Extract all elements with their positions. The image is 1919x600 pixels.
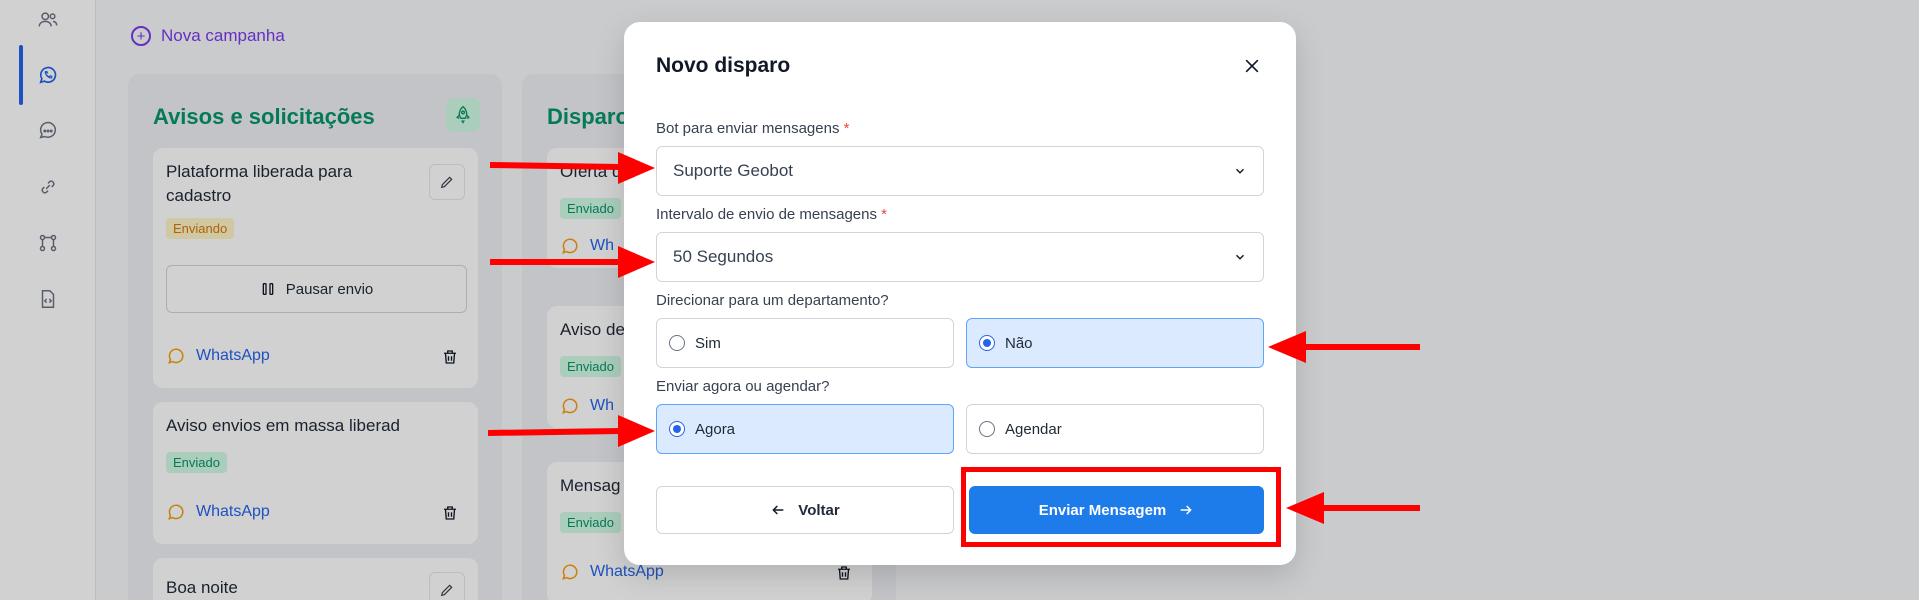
- bot-field-label: Bot para enviar mensagens *: [656, 120, 849, 137]
- required-mark: *: [881, 206, 887, 223]
- department-option-nao[interactable]: Não: [966, 318, 1264, 368]
- radio-button-selected[interactable]: [979, 335, 995, 351]
- interval-select[interactable]: 50 Segundos: [656, 232, 1264, 282]
- schedule-option-agendar[interactable]: Agendar: [966, 404, 1264, 454]
- interval-select-value: 50 Segundos: [673, 247, 774, 266]
- modal-title: Novo disparo: [656, 54, 791, 77]
- close-button[interactable]: [1238, 52, 1266, 80]
- chevron-down-icon: [1236, 254, 1244, 260]
- interval-field-label: Intervalo de envio de mensagens *: [656, 206, 887, 223]
- interval-label-text: Intervalo de envio de mensagens: [656, 206, 877, 223]
- bot-select-value: Suporte Geobot: [673, 161, 794, 180]
- schedule-option-agora[interactable]: Agora: [656, 404, 954, 454]
- radio-label: Agendar: [1005, 420, 1062, 438]
- close-icon: [1245, 59, 1259, 73]
- radio-button[interactable]: [979, 421, 995, 437]
- annotation-highlight-box: [961, 467, 1281, 547]
- radio-label: Sim: [695, 334, 721, 352]
- chevron-down-icon: [1236, 168, 1244, 174]
- radio-button[interactable]: [669, 335, 685, 351]
- radio-button-selected[interactable]: [669, 421, 685, 437]
- schedule-label: Enviar agora ou agendar?: [656, 378, 830, 395]
- radio-label: Agora: [695, 420, 736, 438]
- required-mark: *: [843, 120, 850, 137]
- arrow-left-icon: [772, 505, 784, 515]
- radio-label: Não: [1005, 334, 1033, 352]
- department-option-sim[interactable]: Sim: [656, 318, 954, 368]
- bot-select[interactable]: Suporte Geobot: [656, 146, 1264, 196]
- back-button[interactable]: Voltar: [656, 486, 954, 534]
- back-label: Voltar: [798, 501, 840, 519]
- department-label: Direcionar para um departamento?: [656, 292, 889, 309]
- bot-label-text: Bot para enviar mensagens: [656, 120, 840, 137]
